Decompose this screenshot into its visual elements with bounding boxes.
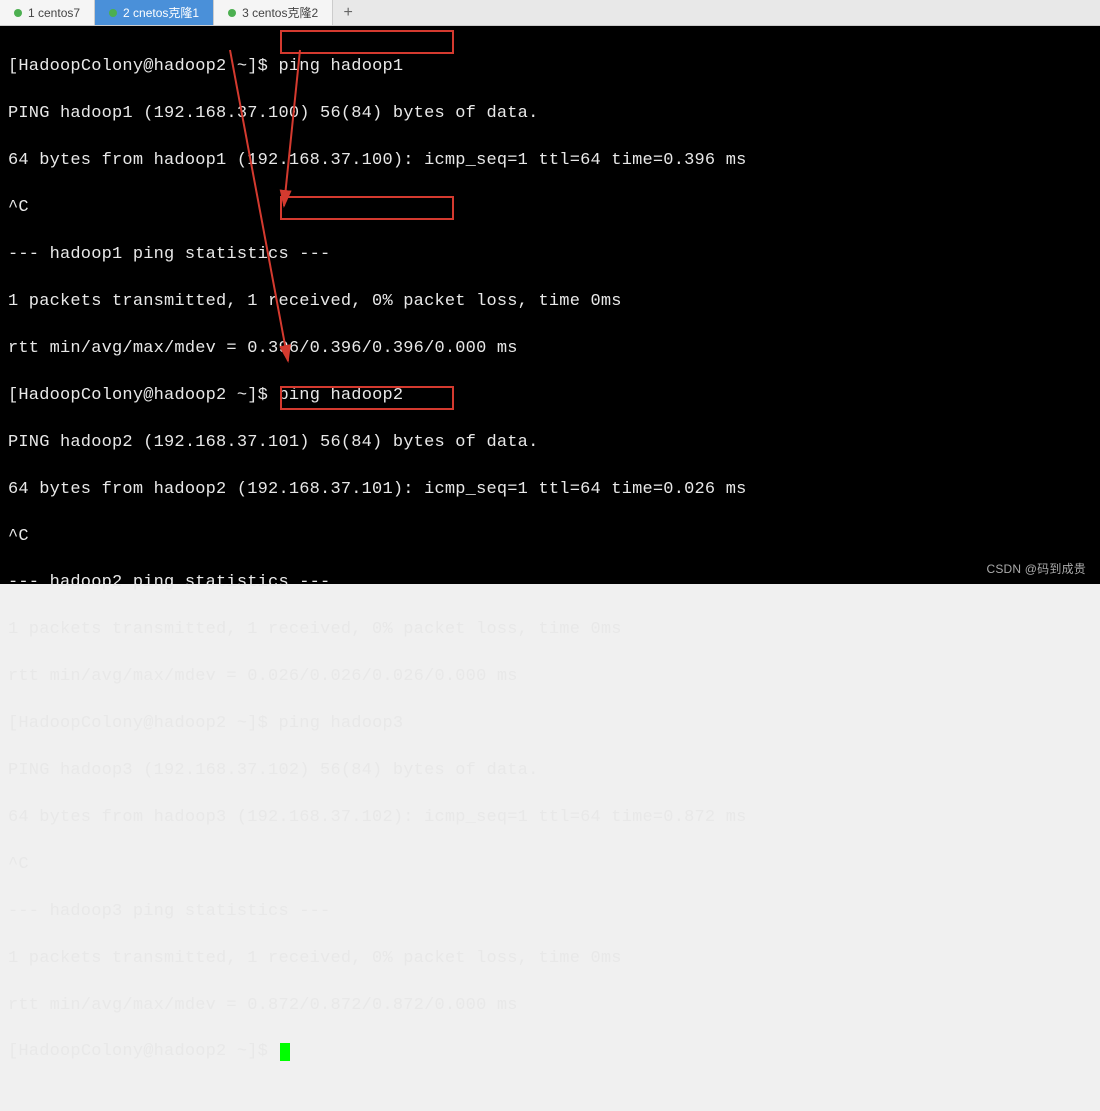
tab-centos-clone2[interactable]: 3 centos克隆2 <box>214 0 333 25</box>
status-dot-icon <box>228 9 236 17</box>
tab-label: 3 centos克隆2 <box>242 4 318 21</box>
output-line: 1 packets transmitted, 1 received, 0% pa… <box>8 947 1092 970</box>
cursor-icon <box>280 1043 290 1061</box>
watermark-text: CSDN @码到成贵 <box>986 561 1086 578</box>
output-line: rtt min/avg/max/mdev = 0.026/0.026/0.026… <box>8 665 1092 688</box>
prompt-line: [HadoopColony@hadoop2 ~]$ ping hadoop3 <box>8 712 1092 735</box>
command-text: ping hadoop2 <box>278 386 403 405</box>
command-text: ping hadoop3 <box>278 714 403 733</box>
plus-icon: + <box>343 4 352 22</box>
output-line: --- hadoop2 ping statistics --- <box>8 571 1092 594</box>
output-line: ^C <box>8 853 1092 876</box>
tab-label: 2 cnetos克隆1 <box>123 4 199 21</box>
terminal-output[interactable]: [HadoopColony@hadoop2 ~]$ ping hadoop1 P… <box>0 26 1100 584</box>
tab-label: 1 centos7 <box>28 6 80 20</box>
output-line: --- hadoop1 ping statistics --- <box>8 243 1092 266</box>
prompt-line: [HadoopColony@hadoop2 ~]$ ping hadoop2 <box>8 384 1092 407</box>
output-line: 64 bytes from hadoop3 (192.168.37.102): … <box>8 806 1092 829</box>
output-line: PING hadoop2 (192.168.37.101) 56(84) byt… <box>8 431 1092 454</box>
output-line: PING hadoop1 (192.168.37.100) 56(84) byt… <box>8 102 1092 125</box>
tab-centos7[interactable]: 1 centos7 <box>0 0 95 25</box>
output-line: rtt min/avg/max/mdev = 0.872/0.872/0.872… <box>8 994 1092 1017</box>
output-line: 64 bytes from hadoop2 (192.168.37.101): … <box>8 478 1092 501</box>
tab-bar: 1 centos7 2 cnetos克隆1 3 centos克隆2 + <box>0 0 1100 26</box>
status-dot-icon <box>14 9 22 17</box>
status-dot-icon <box>109 9 117 17</box>
prompt-line: [HadoopColony@hadoop2 ~]$ ping hadoop1 <box>8 55 1092 78</box>
output-line: rtt min/avg/max/mdev = 0.396/0.396/0.396… <box>8 337 1092 360</box>
prompt-line: [HadoopColony@hadoop2 ~]$ <box>8 1040 1092 1063</box>
output-line: ^C <box>8 196 1092 219</box>
output-line: 1 packets transmitted, 1 received, 0% pa… <box>8 290 1092 313</box>
output-line: ^C <box>8 525 1092 548</box>
output-line: 64 bytes from hadoop1 (192.168.37.100): … <box>8 149 1092 172</box>
new-tab-button[interactable]: + <box>333 0 363 25</box>
output-line: PING hadoop3 (192.168.37.102) 56(84) byt… <box>8 759 1092 782</box>
output-line: --- hadoop3 ping statistics --- <box>8 900 1092 923</box>
tab-cnetos-clone1[interactable]: 2 cnetos克隆1 <box>95 0 214 25</box>
command-text: ping hadoop1 <box>278 57 403 76</box>
output-line: 1 packets transmitted, 1 received, 0% pa… <box>8 618 1092 641</box>
